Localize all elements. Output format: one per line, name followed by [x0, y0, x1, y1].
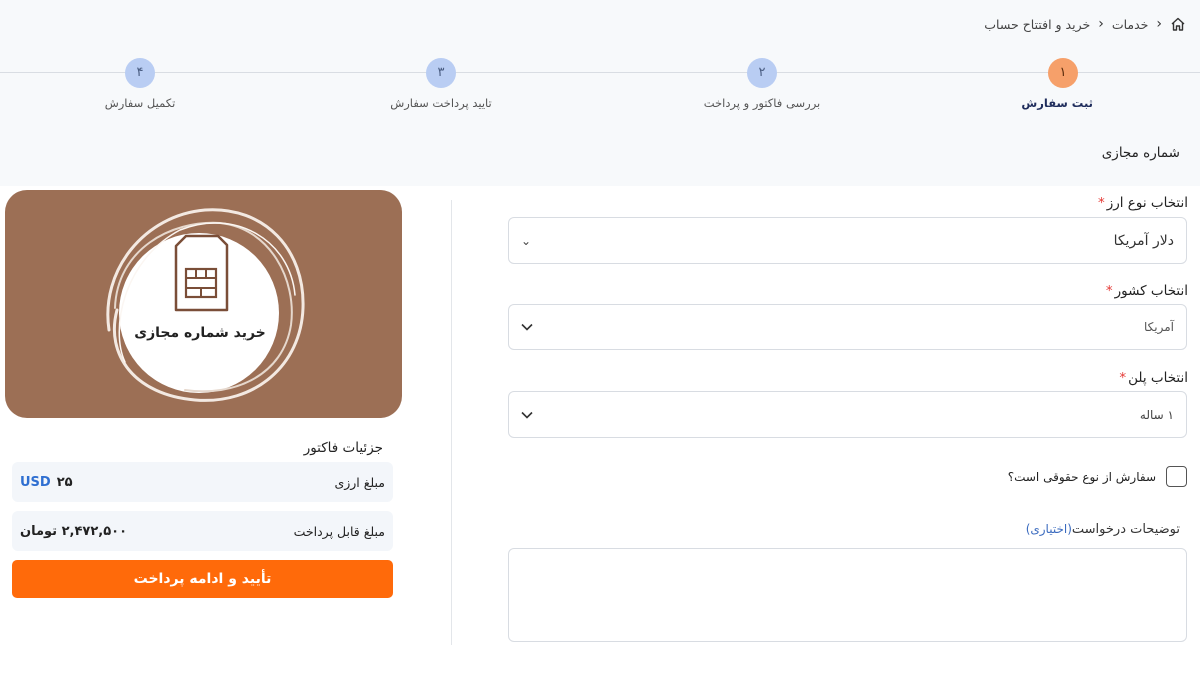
column-divider: [451, 200, 452, 645]
payable-amount-value: ۲,۴۷۲,۵۰۰ تومان: [20, 523, 128, 539]
payable-amount-row: ۲,۴۷۲,۵۰۰ تومان مبلغ قابل پرداخت: [12, 511, 393, 551]
chevron-down-icon: [521, 408, 533, 422]
currency-amount-value: USD ۲۵: [20, 474, 73, 490]
plan-value: ۱ ساله: [1139, 407, 1174, 422]
description-label: توضیحات درخواست(اختیاری): [1025, 522, 1180, 537]
description-textarea[interactable]: [508, 548, 1187, 642]
legal-order-label: سفارش از نوع حقوقی است؟: [1007, 469, 1156, 484]
currency-amount-label: مبلغ ارزی: [334, 474, 385, 490]
step-label: تکمیل سفارش: [104, 96, 176, 110]
banner-title: خرید شماره مجازی: [134, 325, 266, 341]
plan-select[interactable]: ۱ ساله: [508, 391, 1187, 438]
step-number: ۴: [125, 58, 155, 88]
home-icon[interactable]: [1170, 16, 1186, 32]
legal-order-checkbox[interactable]: [1166, 466, 1187, 487]
breadcrumb: ‹ خدمات ‹ خرید و افتتاح حساب: [984, 16, 1186, 32]
optional-hint: (اختیاری): [1025, 522, 1072, 536]
plan-label: انتخاب پلن*: [1119, 370, 1188, 386]
chevron-left-icon: ‹: [1098, 16, 1104, 32]
chevron-down-icon: [521, 320, 533, 334]
breadcrumb-item-services[interactable]: خدمات: [1112, 17, 1149, 32]
currency-value: دلار آمریکا: [1113, 232, 1174, 249]
required-mark: *: [1105, 283, 1113, 299]
country-label: انتخاب کشور*: [1105, 283, 1188, 299]
required-mark: *: [1119, 370, 1127, 386]
step-number: ۳: [426, 58, 456, 88]
step-label: بررسی فاکتور و پرداخت: [703, 96, 821, 110]
chevron-down-icon: ⌄: [521, 233, 532, 248]
breadcrumb-item-buy-account[interactable]: خرید و افتتاح حساب: [984, 17, 1090, 32]
currency-label: انتخاب نوع ارز*: [1097, 195, 1188, 211]
currency-amount-row: USD ۲۵ مبلغ ارزی: [12, 462, 393, 502]
step-label: ثبت سفارش: [1021, 96, 1093, 110]
country-select[interactable]: آمریکا: [508, 304, 1187, 350]
stepper-line: [0, 72, 1200, 73]
required-mark: *: [1097, 195, 1105, 211]
confirm-payment-button[interactable]: تأیید و ادامه پرداخت: [12, 560, 393, 598]
legal-order-row: سفارش از نوع حقوقی است؟: [1008, 466, 1187, 487]
currency-code: USD: [20, 474, 51, 490]
banner-art: [106, 208, 305, 402]
country-value: آمریکا: [1143, 320, 1174, 334]
chevron-left-icon: ‹: [1156, 16, 1162, 32]
step-1: ۱ ثبت سفارش: [1021, 58, 1093, 110]
virtual-number-banner: [5, 190, 402, 418]
page-title: شماره مجازی: [1101, 145, 1180, 161]
currency-select[interactable]: ⌄ دلار آمریکا: [508, 217, 1187, 264]
step-number: ۲: [747, 58, 777, 88]
step-label: تایید پرداخت سفارش: [390, 96, 492, 110]
step-number: ۱: [1048, 58, 1078, 88]
invoice-title: جزئیات فاکتور: [303, 440, 383, 456]
payable-amount-label: مبلغ قابل پرداخت: [293, 523, 385, 539]
